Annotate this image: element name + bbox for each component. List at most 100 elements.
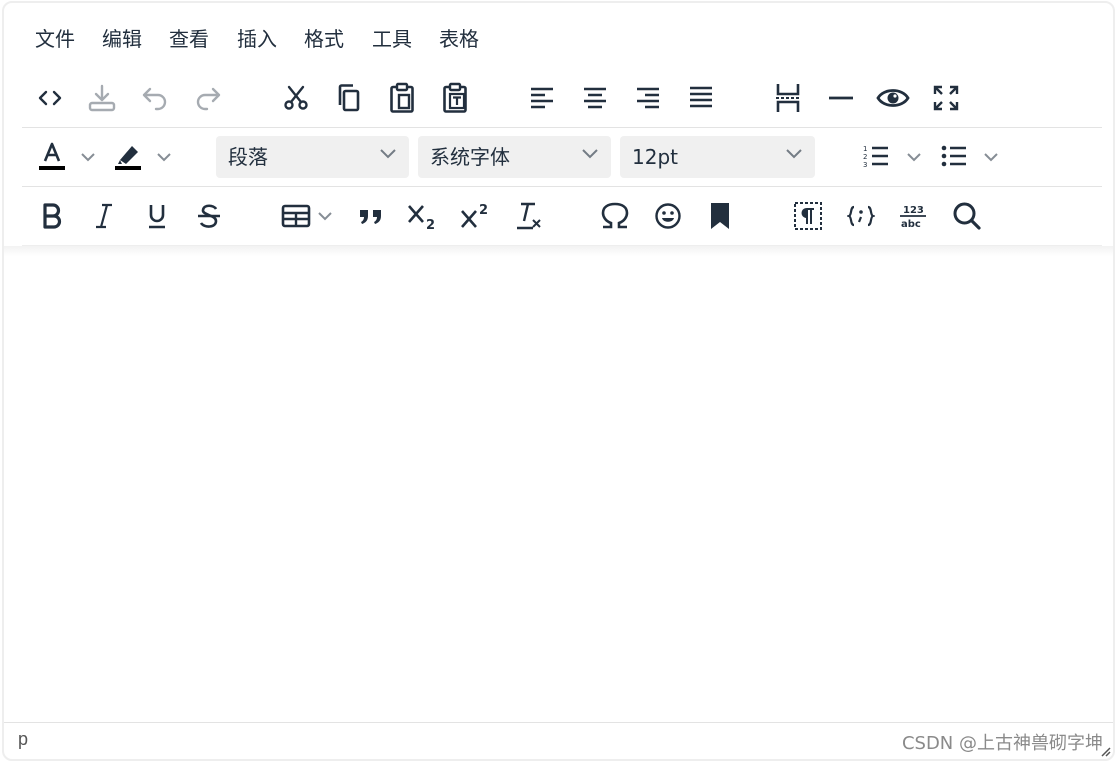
superscript-button[interactable]: 2 bbox=[455, 196, 495, 236]
emoticons-icon bbox=[655, 203, 681, 229]
preview-button[interactable] bbox=[873, 78, 913, 118]
align-right-button[interactable] bbox=[628, 78, 668, 118]
chevron-down-icon bbox=[157, 153, 171, 162]
template-button[interactable] bbox=[841, 196, 881, 236]
block-format-select[interactable]: 段落 bbox=[216, 136, 409, 178]
redo-icon bbox=[196, 87, 221, 111]
font-family-select[interactable]: 系统字体 bbox=[418, 136, 611, 178]
highlighter-icon bbox=[115, 146, 141, 170]
table-icon bbox=[281, 204, 311, 228]
align-left-button[interactable] bbox=[522, 78, 562, 118]
element-path[interactable]: p bbox=[18, 729, 28, 750]
font-family-value: 系统字体 bbox=[430, 145, 510, 169]
watermark: CSDN @上古神兽砌字坤 bbox=[901, 733, 1103, 754]
save-icon bbox=[88, 84, 116, 112]
underline-button[interactable] bbox=[137, 196, 177, 236]
menu-edit[interactable]: 编辑 bbox=[102, 23, 142, 55]
subscript-icon: 2 bbox=[408, 205, 435, 230]
paste-text-button[interactable] bbox=[435, 78, 475, 118]
chevron-down-icon bbox=[81, 153, 95, 162]
bullet-list-icon bbox=[941, 145, 966, 167]
redo-button[interactable] bbox=[188, 78, 228, 118]
emoticons-button[interactable] bbox=[648, 196, 688, 236]
menu-view[interactable]: 查看 bbox=[169, 23, 209, 55]
statusbar: p CSDN @上古神兽砌字坤 bbox=[4, 722, 1113, 759]
strikethrough-button[interactable] bbox=[189, 196, 229, 236]
underline-icon bbox=[149, 205, 165, 229]
align-left-icon bbox=[531, 87, 553, 109]
visual-blocks-icon bbox=[794, 202, 822, 230]
preview-icon bbox=[876, 89, 910, 107]
svg-text:123: 123 bbox=[903, 205, 924, 216]
special-char-button[interactable] bbox=[595, 196, 635, 236]
font-size-select[interactable]: 12pt bbox=[620, 136, 815, 178]
chevron-down-icon bbox=[984, 153, 998, 162]
text-color-dropdown[interactable] bbox=[77, 137, 99, 177]
save-button[interactable] bbox=[82, 78, 122, 118]
remove-format-icon bbox=[517, 202, 541, 230]
resize-handle-icon[interactable] bbox=[1099, 745, 1111, 757]
align-center-button[interactable] bbox=[575, 78, 615, 118]
toolbar-row-3: 2 2 123 abc bbox=[22, 187, 1102, 246]
menu-format[interactable]: 格式 bbox=[304, 23, 344, 55]
source-code-icon bbox=[38, 90, 62, 106]
visual-blocks-button[interactable] bbox=[788, 196, 828, 236]
source-code-button[interactable] bbox=[30, 78, 70, 118]
table-dropdown[interactable] bbox=[314, 196, 336, 236]
remove-format-button[interactable] bbox=[508, 196, 548, 236]
bullet-list-button[interactable] bbox=[934, 137, 974, 177]
svg-text:abc: abc bbox=[901, 219, 921, 230]
menu-tools[interactable]: 工具 bbox=[372, 23, 412, 55]
blockquote-button[interactable] bbox=[351, 196, 391, 236]
text-color-button[interactable] bbox=[32, 137, 72, 177]
numbered-list-dropdown[interactable] bbox=[903, 137, 925, 177]
italic-button[interactable] bbox=[84, 196, 124, 236]
copy-button[interactable] bbox=[329, 78, 369, 118]
svg-text:2: 2 bbox=[479, 203, 488, 218]
bookmark-button[interactable] bbox=[700, 196, 740, 236]
chevron-down-icon bbox=[318, 212, 332, 221]
header-shadow bbox=[4, 246, 1113, 256]
paste-button[interactable] bbox=[382, 78, 422, 118]
svg-text:2: 2 bbox=[863, 153, 867, 161]
align-justify-button[interactable] bbox=[681, 78, 721, 118]
search-replace-button[interactable] bbox=[947, 196, 987, 236]
toolbar-row-1 bbox=[22, 69, 1102, 128]
numbered-list-icon: 123 bbox=[863, 145, 888, 169]
fullscreen-button[interactable] bbox=[926, 78, 966, 118]
special-char-icon bbox=[601, 202, 629, 229]
align-justify-icon bbox=[690, 86, 712, 108]
blockquote-icon bbox=[360, 210, 381, 224]
chevron-down-icon bbox=[907, 153, 921, 162]
copy-icon bbox=[338, 84, 360, 112]
word-count-icon: 123 abc bbox=[900, 205, 926, 230]
subscript-button[interactable]: 2 bbox=[402, 196, 442, 236]
menu-file[interactable]: 文件 bbox=[35, 23, 75, 55]
strikethrough-icon bbox=[198, 204, 220, 228]
word-count-button[interactable]: 123 abc bbox=[893, 196, 933, 236]
rich-text-editor: 文件 编辑 查看 插入 格式 工具 表格 段落 系统字体 12pt 1 2 3 … bbox=[2, 1, 1115, 761]
svg-text:3: 3 bbox=[863, 161, 867, 169]
undo-button[interactable] bbox=[135, 78, 175, 118]
menu-table[interactable]: 表格 bbox=[439, 23, 479, 55]
chevron-down-icon bbox=[582, 149, 598, 159]
font-size-value: 12pt bbox=[632, 145, 678, 169]
horizontal-rule-icon bbox=[829, 96, 853, 100]
cut-icon bbox=[284, 85, 308, 110]
bullet-list-dropdown[interactable] bbox=[980, 137, 1002, 177]
text-color-icon bbox=[39, 142, 65, 170]
table-button[interactable] bbox=[276, 196, 316, 236]
bold-button[interactable] bbox=[32, 196, 72, 236]
svg-text:1: 1 bbox=[863, 145, 867, 153]
svg-text:2: 2 bbox=[426, 218, 435, 230]
horizontal-rule-button[interactable] bbox=[821, 78, 861, 118]
menu-insert[interactable]: 插入 bbox=[237, 23, 277, 55]
block-format-value: 段落 bbox=[228, 145, 268, 169]
numbered-list-button[interactable]: 123 bbox=[856, 137, 896, 177]
toolbar-row-2: 段落 系统字体 12pt 123 bbox=[22, 128, 1102, 187]
highlight-color-dropdown[interactable] bbox=[153, 137, 175, 177]
highlight-color-button[interactable] bbox=[108, 137, 148, 177]
page-break-button[interactable] bbox=[768, 78, 808, 118]
cut-button[interactable] bbox=[276, 78, 316, 118]
editor-content-area[interactable] bbox=[4, 256, 1113, 724]
